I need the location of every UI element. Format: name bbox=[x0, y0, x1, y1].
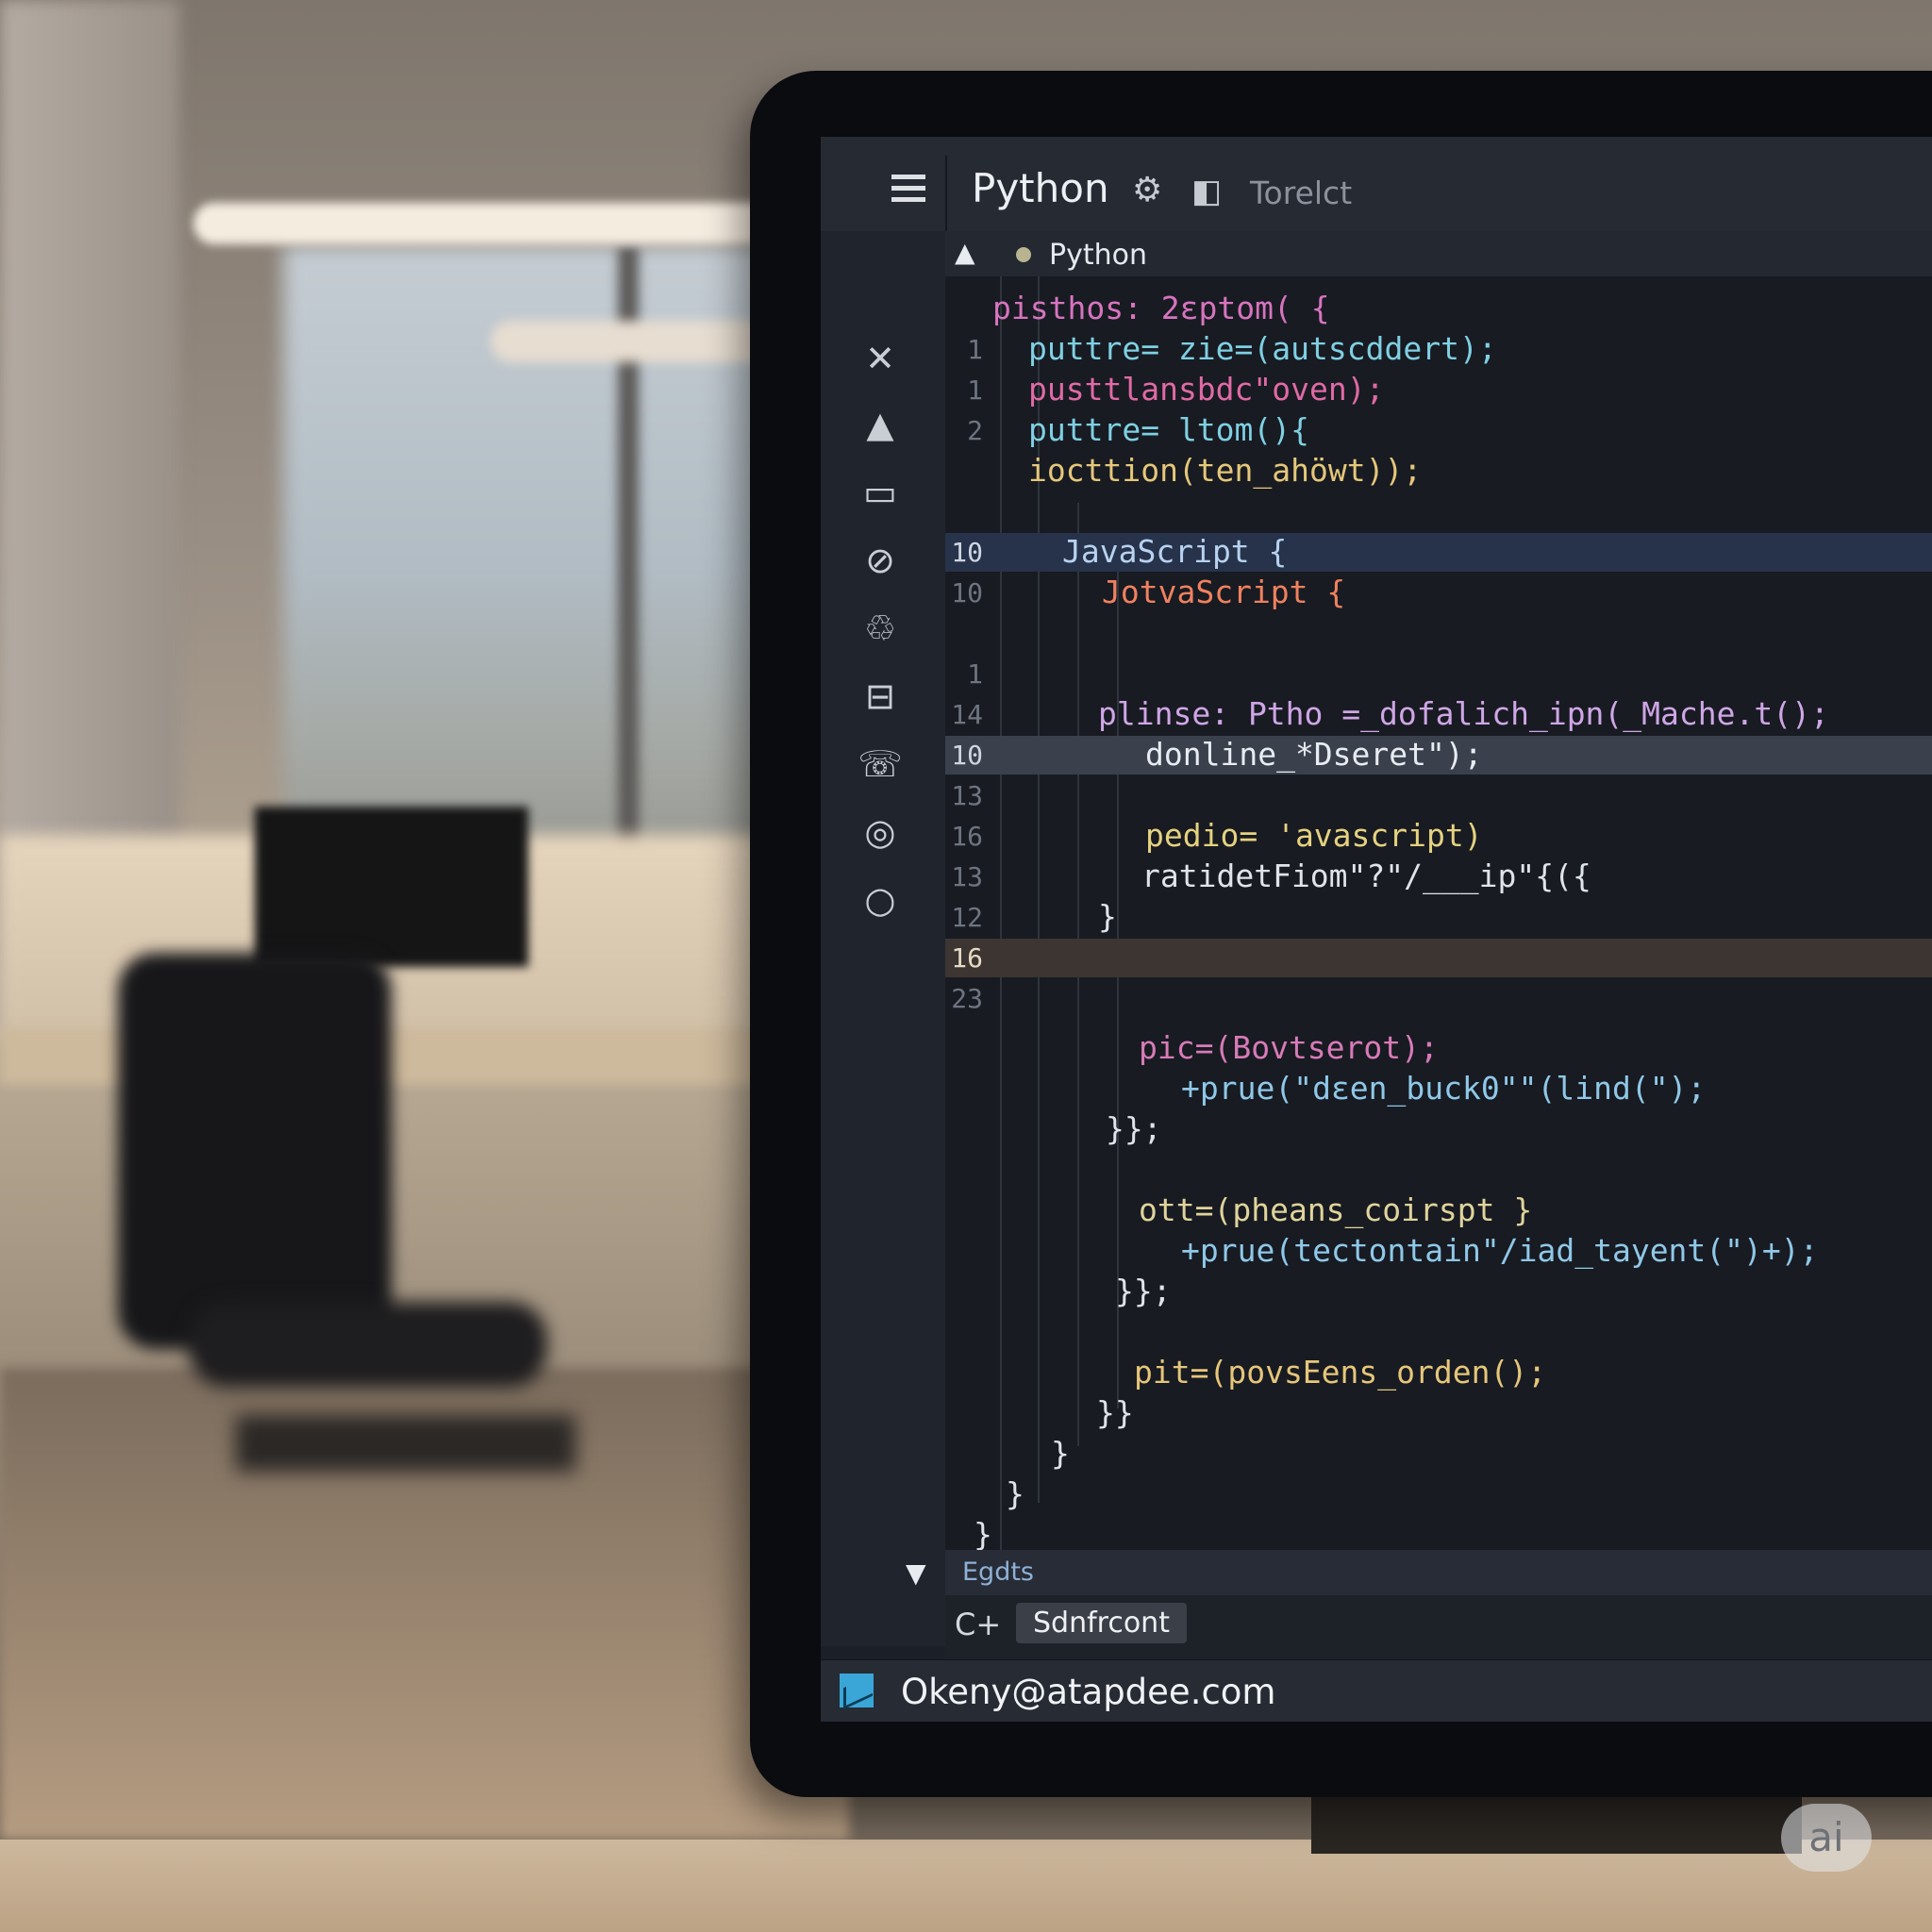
tab-bar: ▲ Python bbox=[945, 231, 1932, 276]
code-line: plinse: Ptho =_dofalich_ipn(_Mache.t(); bbox=[1098, 695, 1829, 732]
code-line: iocttion(ten_ahöwt)); bbox=[1028, 452, 1423, 489]
office-chair-base bbox=[236, 1415, 575, 1472]
line-number: 14 bbox=[951, 699, 983, 730]
line-number: 1 bbox=[967, 375, 983, 406]
code-line: puttre= ltom(){ bbox=[1028, 411, 1310, 448]
tab-python[interactable]: Python bbox=[1049, 239, 1147, 272]
code-line: pusttlansbdc"oven); bbox=[1028, 371, 1385, 408]
code-line: JavaScript { bbox=[1062, 533, 1288, 570]
gear-icon[interactable]: ⚙ bbox=[1132, 171, 1162, 209]
target-icon[interactable]: ◎ bbox=[857, 808, 904, 856]
line-highlight bbox=[945, 939, 1932, 977]
close-icon[interactable]: ✕ bbox=[857, 335, 904, 382]
monitor-stand bbox=[1311, 1797, 1802, 1854]
archive-icon[interactable]: ⊟ bbox=[857, 673, 904, 720]
line-number: 2 bbox=[967, 415, 983, 446]
warning-icon[interactable]: ▲ bbox=[857, 401, 904, 448]
line-number: 1 bbox=[967, 334, 983, 365]
panel-header: ▼ Egdts bbox=[906, 1550, 1932, 1595]
watermark-badge: ai bbox=[1781, 1804, 1872, 1872]
title-bar: Python ⚙ ◧ Torelct bbox=[821, 137, 1932, 232]
code-line: }}; bbox=[1115, 1273, 1172, 1309]
mail-icon bbox=[840, 1674, 874, 1707]
office-chair-seat bbox=[189, 1302, 547, 1387]
code-line: +prue(tectontain"/iad_tayent(")+); bbox=[1181, 1232, 1819, 1269]
code-line: pisthos: 2ɛptom( { bbox=[992, 290, 1330, 326]
divider bbox=[945, 156, 947, 231]
action-button[interactable]: Sdnfrcont bbox=[1016, 1603, 1187, 1643]
code-line: pic=(Bovtserot); bbox=[1139, 1029, 1439, 1066]
code-line: ott=(pheans_coirspt } bbox=[1139, 1191, 1533, 1228]
recycle-icon[interactable]: ♲ bbox=[857, 605, 904, 652]
modified-dot-icon bbox=[1016, 247, 1031, 262]
code-line: ratidetFiom"?"/___ip"{({ bbox=[1141, 858, 1591, 894]
line-number: 16 bbox=[951, 942, 983, 974]
code-line: } bbox=[1006, 1475, 1024, 1512]
line-number: 1 bbox=[967, 658, 983, 690]
panel-icon[interactable]: ◧ bbox=[1191, 173, 1222, 210]
gutter-guide bbox=[1000, 276, 1002, 1550]
menu-item[interactable]: Torelct bbox=[1250, 175, 1352, 211]
code-line: pit=(povsEens_orden(); bbox=[1134, 1354, 1547, 1391]
line-number: 10 bbox=[951, 537, 983, 568]
panel-label: Egdts bbox=[962, 1557, 1034, 1587]
code-line: +prue("dɛen_buck0""(lind("); bbox=[1181, 1070, 1707, 1107]
code-line: }} bbox=[1096, 1394, 1134, 1431]
code-line: } bbox=[1098, 898, 1117, 935]
ceiling-light bbox=[193, 203, 816, 244]
office-chair bbox=[118, 953, 391, 1349]
code-line: donline_*Dseret"); bbox=[1145, 736, 1483, 773]
code-line: JotvaScript { bbox=[1102, 574, 1346, 610]
collapse-down-icon[interactable]: ▼ bbox=[906, 1557, 926, 1589]
status-bar: Okeny@atapdee.com bbox=[821, 1659, 1932, 1722]
line-number: 16 bbox=[951, 821, 983, 852]
collapse-up-icon[interactable]: ▲ bbox=[955, 237, 975, 268]
screen-icon[interactable]: ▭ bbox=[857, 469, 904, 516]
line-number: 10 bbox=[951, 577, 983, 608]
background-monitor bbox=[255, 807, 528, 967]
line-number: 13 bbox=[951, 861, 983, 892]
editor-window: Python ⚙ ◧ Torelct ✕ ▲ ▭ ⊘ ♲ ⊟ ☏ ◎ ○ ▲ P… bbox=[821, 137, 1932, 1722]
panel-toolbar: C+ Sdnfrcont bbox=[945, 1595, 1932, 1659]
code-line: pedio= 'avascript) bbox=[1145, 817, 1483, 854]
line-number: 10 bbox=[951, 740, 983, 771]
code-editor[interactable]: pisthos: 2ɛptom( { 1 puttre= zie=(autscdde… bbox=[945, 276, 1932, 1553]
code-line: }}; bbox=[1106, 1110, 1162, 1147]
code-line: puttre= zie=(autscddert); bbox=[1028, 330, 1497, 367]
line-number: 23 bbox=[951, 983, 983, 1014]
circle-icon[interactable]: ○ bbox=[857, 876, 904, 924]
app-title: Python bbox=[972, 165, 1109, 211]
code-line: } bbox=[974, 1516, 992, 1553]
account-email[interactable]: Okeny@atapdee.com bbox=[901, 1672, 1275, 1712]
line-number: 13 bbox=[951, 780, 983, 811]
blocked-icon[interactable]: ⊘ bbox=[857, 537, 904, 584]
menu-icon[interactable] bbox=[891, 175, 925, 203]
language-button[interactable]: C+ bbox=[955, 1607, 1001, 1642]
line-number: 12 bbox=[951, 902, 983, 933]
chat-icon[interactable]: ☏ bbox=[857, 741, 904, 788]
code-line: } bbox=[1051, 1435, 1070, 1472]
